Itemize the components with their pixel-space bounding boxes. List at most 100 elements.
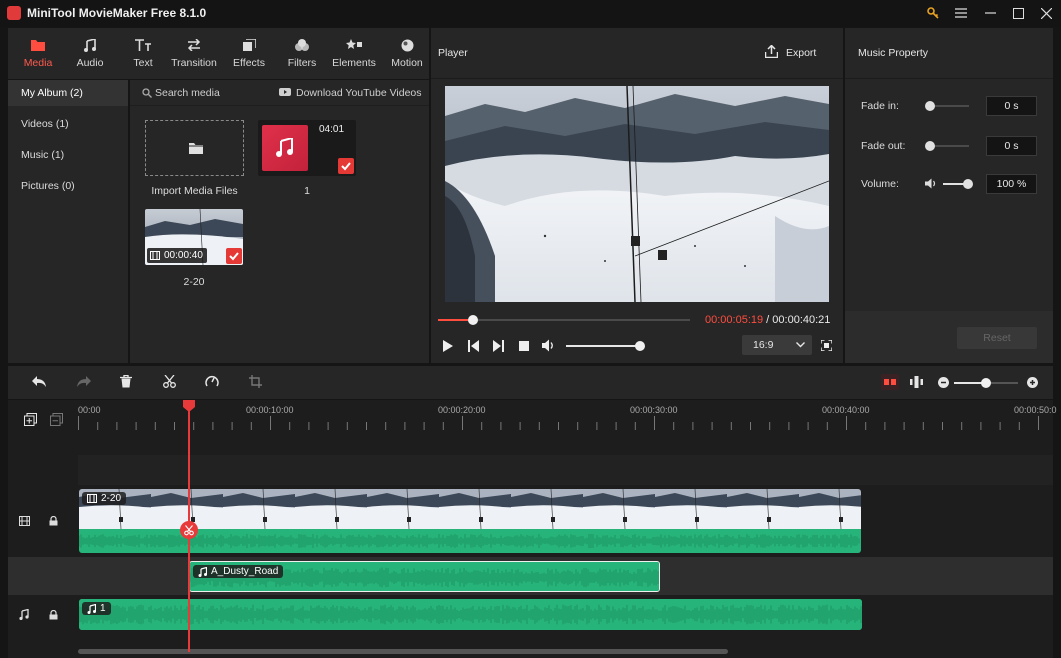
fade-in-slider[interactable]	[925, 101, 969, 111]
time-display: 00:00:05:19 / 00:00:40:21	[705, 314, 830, 326]
audio-clip[interactable]: A_Dusty_Road	[189, 561, 660, 592]
import-media-button[interactable]	[145, 120, 244, 176]
volume-slider[interactable]	[943, 179, 973, 189]
crop-icon[interactable]	[249, 375, 262, 388]
media-item-name: 2-20	[183, 276, 205, 288]
play-button[interactable]	[442, 340, 453, 352]
minimize-button[interactable]	[980, 4, 1000, 22]
tab-filters[interactable]: Filters	[276, 28, 328, 79]
player-progress-handle[interactable]	[468, 315, 478, 325]
fade-out-input[interactable]: 0 s	[986, 136, 1037, 156]
undo-icon[interactable]	[32, 376, 47, 388]
fullscreen-icon[interactable]	[821, 340, 832, 351]
fit-zoom-icon[interactable]	[910, 376, 923, 388]
total-time: 00:00:40:21	[772, 314, 831, 326]
volume-input[interactable]: 100 %	[986, 174, 1037, 194]
music-clip[interactable]: 1	[79, 599, 862, 630]
checkmark-icon[interactable]	[226, 248, 242, 264]
player-progress-bar[interactable]	[438, 315, 690, 325]
fade-out-handle[interactable]	[925, 141, 935, 151]
title-bar: MiniTool MovieMaker Free 8.1.0	[0, 0, 1061, 27]
delete-icon[interactable]	[120, 375, 132, 388]
aspect-ratio-select[interactable]: 16:9	[742, 335, 812, 355]
ruler-ticks	[78, 416, 1039, 430]
export-button[interactable]: Export	[786, 47, 816, 59]
sidebar-item-videos[interactable]: Videos (1)	[8, 111, 128, 137]
tab-media-label: Media	[23, 57, 53, 69]
youtube-download-icon	[279, 87, 291, 97]
media-item-duration: 00:00:40	[164, 250, 203, 261]
motion-icon	[401, 37, 414, 53]
redo-icon[interactable]	[76, 376, 91, 388]
zoom-handle[interactable]	[981, 378, 991, 388]
divider	[431, 78, 843, 79]
tab-effects[interactable]: Effects	[223, 28, 275, 79]
album-sidebar: My Album (2) Videos (1) Music (1) Pictur…	[8, 80, 128, 363]
media-item-music[interactable]: 04:01	[258, 120, 356, 176]
speed-icon[interactable]	[205, 375, 219, 388]
media-item-name: 1	[304, 185, 310, 197]
video-preview[interactable]	[445, 86, 829, 302]
effects-icon	[242, 37, 256, 53]
split-marker-icon[interactable]	[180, 521, 198, 539]
tab-text[interactable]: Text	[117, 28, 169, 79]
tab-elements[interactable]: Elements	[328, 28, 380, 79]
player-panel: Player Export 00:00:05:19 / 00:00:40:21 …	[431, 28, 843, 363]
media-item-video[interactable]: 00:00:40	[145, 209, 243, 265]
maximize-button[interactable]	[1008, 4, 1028, 22]
tab-transition-label: Transition	[171, 57, 217, 69]
close-button[interactable]	[1036, 4, 1056, 22]
previous-frame-button[interactable]	[468, 340, 479, 352]
lock-icon[interactable]	[49, 516, 58, 526]
fade-out-slider[interactable]	[925, 141, 969, 151]
volume-handle[interactable]	[963, 179, 973, 189]
time-separator: /	[763, 314, 773, 326]
tab-motion-label: Motion	[391, 57, 423, 69]
playhead-handle[interactable]	[183, 400, 195, 412]
app-title: MiniTool MovieMaker Free 8.1.0	[27, 6, 207, 20]
checkmark-icon[interactable]	[338, 158, 354, 174]
tab-transition[interactable]: Transition	[168, 28, 220, 79]
import-media-label: Import Media Files	[151, 185, 238, 197]
music-thumbnail	[262, 125, 308, 171]
video-clip-name: 2-20	[101, 493, 122, 504]
player-volume-slider[interactable]	[566, 341, 645, 351]
fade-in-input[interactable]: 0 s	[986, 96, 1037, 116]
timeline-ruler[interactable]: 00:00 00:00:10:00 00:00:20:00 00:00:30:0…	[78, 400, 1057, 430]
add-track-icon[interactable]	[24, 413, 37, 426]
download-youtube-button[interactable]: Download YouTube Videos	[296, 87, 422, 99]
transition-icon	[187, 37, 201, 53]
sidebar-item-pictures[interactable]: Pictures (0)	[8, 173, 128, 199]
media-item-duration: 04:01	[319, 124, 345, 135]
fade-in-label: Fade in:	[861, 100, 899, 112]
search-media-input[interactable]: Search media	[155, 87, 220, 99]
lock-icon[interactable]	[49, 610, 58, 620]
folder-icon	[31, 37, 45, 53]
reset-button[interactable]: Reset	[957, 327, 1037, 349]
timeline-scrollbar[interactable]	[78, 649, 728, 654]
track-headers	[8, 400, 78, 658]
sidebar-item-my-album[interactable]: My Album (2)	[8, 80, 128, 106]
zoom-slider[interactable]	[954, 378, 1018, 388]
remove-track-icon[interactable]	[50, 413, 63, 426]
music-property-panel: Music Property Fade in: 0 s Fade out: 0 …	[845, 28, 1053, 363]
tab-motion[interactable]: Motion	[381, 28, 433, 79]
stop-button[interactable]	[519, 341, 529, 351]
tab-media[interactable]: Media	[12, 28, 64, 79]
empty-track[interactable]	[78, 455, 1053, 485]
music-property-title: Music Property	[858, 47, 929, 59]
menu-icon[interactable]	[951, 4, 971, 22]
split-icon[interactable]	[163, 375, 176, 388]
zoom-out-icon[interactable]	[938, 377, 949, 388]
zoom-in-icon[interactable]	[1027, 377, 1038, 388]
player-volume-handle[interactable]	[635, 341, 645, 351]
key-icon[interactable]	[923, 4, 943, 22]
sidebar-item-music[interactable]: Music (1)	[8, 142, 128, 168]
volume-icon[interactable]	[542, 339, 556, 352]
fade-in-handle[interactable]	[925, 101, 935, 111]
tab-audio[interactable]: Audio	[64, 28, 116, 79]
timeline-tracks: 2-20 A_Dusty_Road 1	[8, 430, 1053, 658]
next-frame-button[interactable]	[493, 340, 504, 352]
player-title: Player	[438, 47, 468, 59]
snap-toggle[interactable]	[881, 374, 899, 390]
